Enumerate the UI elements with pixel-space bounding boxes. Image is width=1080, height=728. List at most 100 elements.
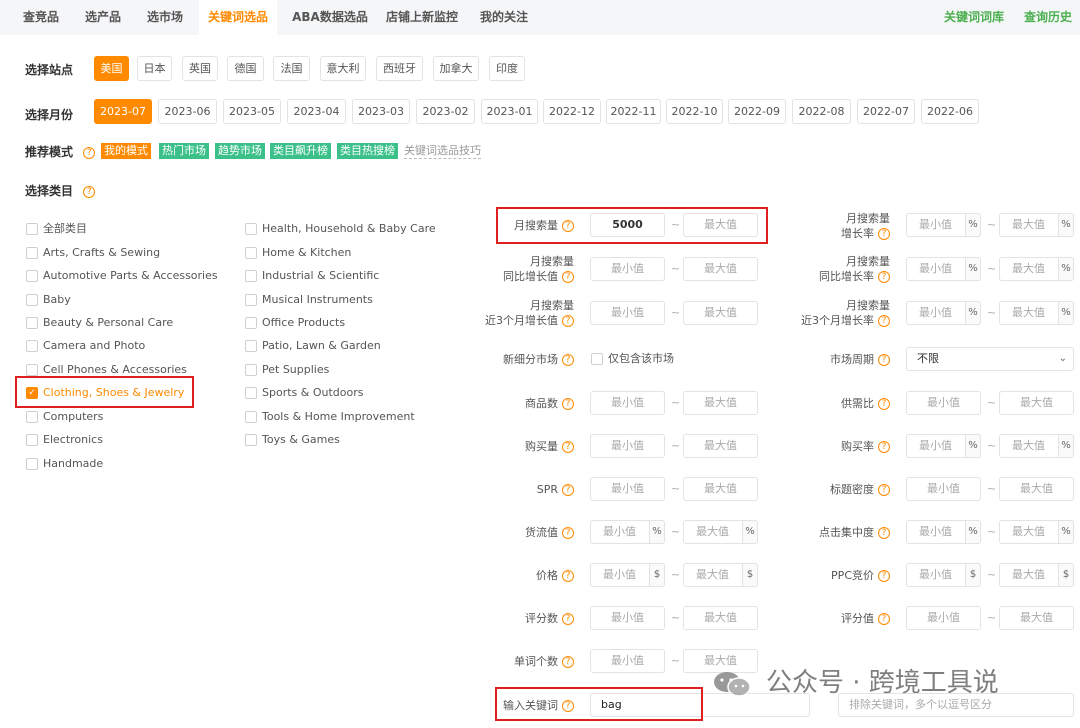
purchase-rate-max-input[interactable]: 最大值%: [999, 434, 1074, 458]
price-min-input[interactable]: 最小值 $: [590, 563, 665, 587]
help-icon[interactable]: ?: [878, 315, 890, 327]
month-2022-07[interactable]: 2022-07: [857, 99, 915, 124]
checkbox[interactable]: [26, 317, 38, 329]
site-de[interactable]: 德国: [227, 56, 264, 81]
site-ca[interactable]: 加拿大: [433, 56, 479, 81]
price-max-input[interactable]: 最大值 $: [683, 563, 758, 587]
query-history-link[interactable]: 查询历史: [1024, 0, 1072, 35]
month-2022-10[interactable]: 2022-10: [666, 99, 723, 124]
mode-trend[interactable]: 趋势市场: [215, 143, 265, 159]
help-icon[interactable]: ?: [562, 700, 574, 712]
keyword-tips-link[interactable]: 关键词选品技巧: [404, 143, 481, 159]
checkbox[interactable]: [245, 294, 257, 306]
checkbox[interactable]: [26, 270, 38, 282]
tab-keyword-selection[interactable]: 关键词选品: [199, 0, 277, 35]
site-jp[interactable]: 日本: [137, 56, 172, 81]
monthly-search-min-input[interactable]: 5000: [590, 213, 665, 237]
month-2022-09[interactable]: 2022-09: [728, 99, 786, 124]
three-month-growth-rate-max-input[interactable]: 最大值%: [999, 301, 1074, 325]
help-icon[interactable]: ?: [562, 441, 574, 453]
checkbox[interactable]: [26, 364, 38, 376]
checkbox[interactable]: [26, 434, 38, 446]
cargo-value-max-input[interactable]: 最大值%: [683, 520, 758, 544]
tab-competitor[interactable]: 查竞品: [16, 0, 66, 35]
help-icon[interactable]: ?: [562, 656, 574, 668]
mode-category-rising[interactable]: 类目飙升榜: [270, 143, 331, 159]
help-icon[interactable]: ?: [878, 527, 890, 539]
yoy-growth-max-input[interactable]: 最大值: [683, 257, 758, 281]
site-fr[interactable]: 法国: [273, 56, 310, 81]
yoy-growth-rate-min-input[interactable]: 最小值%: [906, 257, 981, 281]
checkbox[interactable]: [26, 340, 38, 352]
yoy-growth-rate-max-input[interactable]: 最大值%: [999, 257, 1074, 281]
site-in[interactable]: 印度: [489, 56, 525, 81]
word-count-min-input[interactable]: 最小值: [590, 649, 665, 673]
purchase-rate-min-input[interactable]: 最小值%: [906, 434, 981, 458]
keyword-library-link[interactable]: 关键词词库: [944, 0, 1004, 35]
checkbox[interactable]: [245, 387, 257, 399]
tab-my-follow[interactable]: 我的关注: [472, 0, 536, 35]
help-icon[interactable]: ?: [83, 185, 96, 198]
month-2023-01[interactable]: 2023-01: [481, 99, 538, 124]
checkbox[interactable]: [245, 223, 257, 235]
checkbox[interactable]: [26, 223, 38, 235]
three-month-growth-max-input[interactable]: 最大值: [683, 301, 758, 325]
help-icon[interactable]: ?: [83, 146, 96, 159]
checkbox[interactable]: [26, 294, 38, 306]
help-icon[interactable]: ?: [878, 441, 890, 453]
mode-category-hot-search[interactable]: 类目热搜榜: [337, 143, 398, 159]
yoy-growth-min-input[interactable]: 最小值: [590, 257, 665, 281]
help-icon[interactable]: ?: [562, 613, 574, 625]
title-density-max-input[interactable]: 最大值: [999, 477, 1074, 501]
spr-min-input[interactable]: 最小值: [590, 477, 665, 501]
help-icon[interactable]: ?: [562, 527, 574, 539]
mode-my[interactable]: 我的模式: [101, 143, 151, 159]
supply-demand-min-input[interactable]: 最小值: [906, 391, 981, 415]
mode-hot[interactable]: 热门市场: [159, 143, 209, 159]
help-icon[interactable]: ?: [878, 354, 890, 366]
rating-max-input[interactable]: 最大值: [999, 606, 1074, 630]
tab-store-monitor[interactable]: 店铺上新监控: [380, 0, 464, 35]
help-icon[interactable]: ?: [562, 315, 574, 327]
checkbox[interactable]: [245, 411, 257, 423]
supply-demand-max-input[interactable]: 最大值: [999, 391, 1074, 415]
help-icon[interactable]: ?: [562, 354, 574, 366]
review-count-max-input[interactable]: 最大值: [683, 606, 758, 630]
monthly-search-growth-max-input[interactable]: 最大值%: [999, 213, 1074, 237]
purchase-volume-max-input[interactable]: 最大值: [683, 434, 758, 458]
market-cycle-select[interactable]: 不限 ⌄: [906, 347, 1074, 371]
site-us[interactable]: 美国: [94, 56, 129, 81]
month-2023-04[interactable]: 2023-04: [287, 99, 346, 124]
checkbox[interactable]: [245, 434, 257, 446]
purchase-volume-min-input[interactable]: 最小值: [590, 434, 665, 458]
tab-product[interactable]: 选产品: [76, 0, 130, 35]
checkbox[interactable]: [245, 247, 257, 259]
month-2022-12[interactable]: 2022-12: [543, 99, 601, 124]
three-month-growth-min-input[interactable]: 最小值: [590, 301, 665, 325]
product-count-min-input[interactable]: 最小值: [590, 391, 665, 415]
rating-min-input[interactable]: 最小值: [906, 606, 981, 630]
help-icon[interactable]: ?: [878, 613, 890, 625]
checkbox[interactable]: [26, 458, 38, 470]
product-count-max-input[interactable]: 最大值: [683, 391, 758, 415]
checkbox-checked[interactable]: ✓: [26, 387, 38, 399]
ppc-bid-max-input[interactable]: 最大值 $: [999, 563, 1074, 587]
month-2023-03[interactable]: 2023-03: [352, 99, 410, 124]
site-es[interactable]: 西班牙: [376, 56, 423, 81]
spr-max-input[interactable]: 最大值: [683, 477, 758, 501]
help-icon[interactable]: ?: [878, 484, 890, 496]
help-icon[interactable]: ?: [562, 220, 574, 232]
month-2022-11[interactable]: 2022-11: [606, 99, 661, 124]
tab-aba[interactable]: ABA数据选品: [284, 0, 376, 35]
checkbox[interactable]: [245, 270, 257, 282]
checkbox[interactable]: [245, 317, 257, 329]
click-concentration-min-input[interactable]: 最小值%: [906, 520, 981, 544]
help-icon[interactable]: ?: [878, 228, 890, 240]
help-icon[interactable]: ?: [878, 570, 890, 582]
help-icon[interactable]: ?: [562, 484, 574, 496]
click-concentration-max-input[interactable]: 最大值%: [999, 520, 1074, 544]
month-2023-05[interactable]: 2023-05: [223, 99, 281, 124]
help-icon[interactable]: ?: [562, 398, 574, 410]
month-2023-06[interactable]: 2023-06: [158, 99, 217, 124]
site-it[interactable]: 意大利: [320, 56, 366, 81]
